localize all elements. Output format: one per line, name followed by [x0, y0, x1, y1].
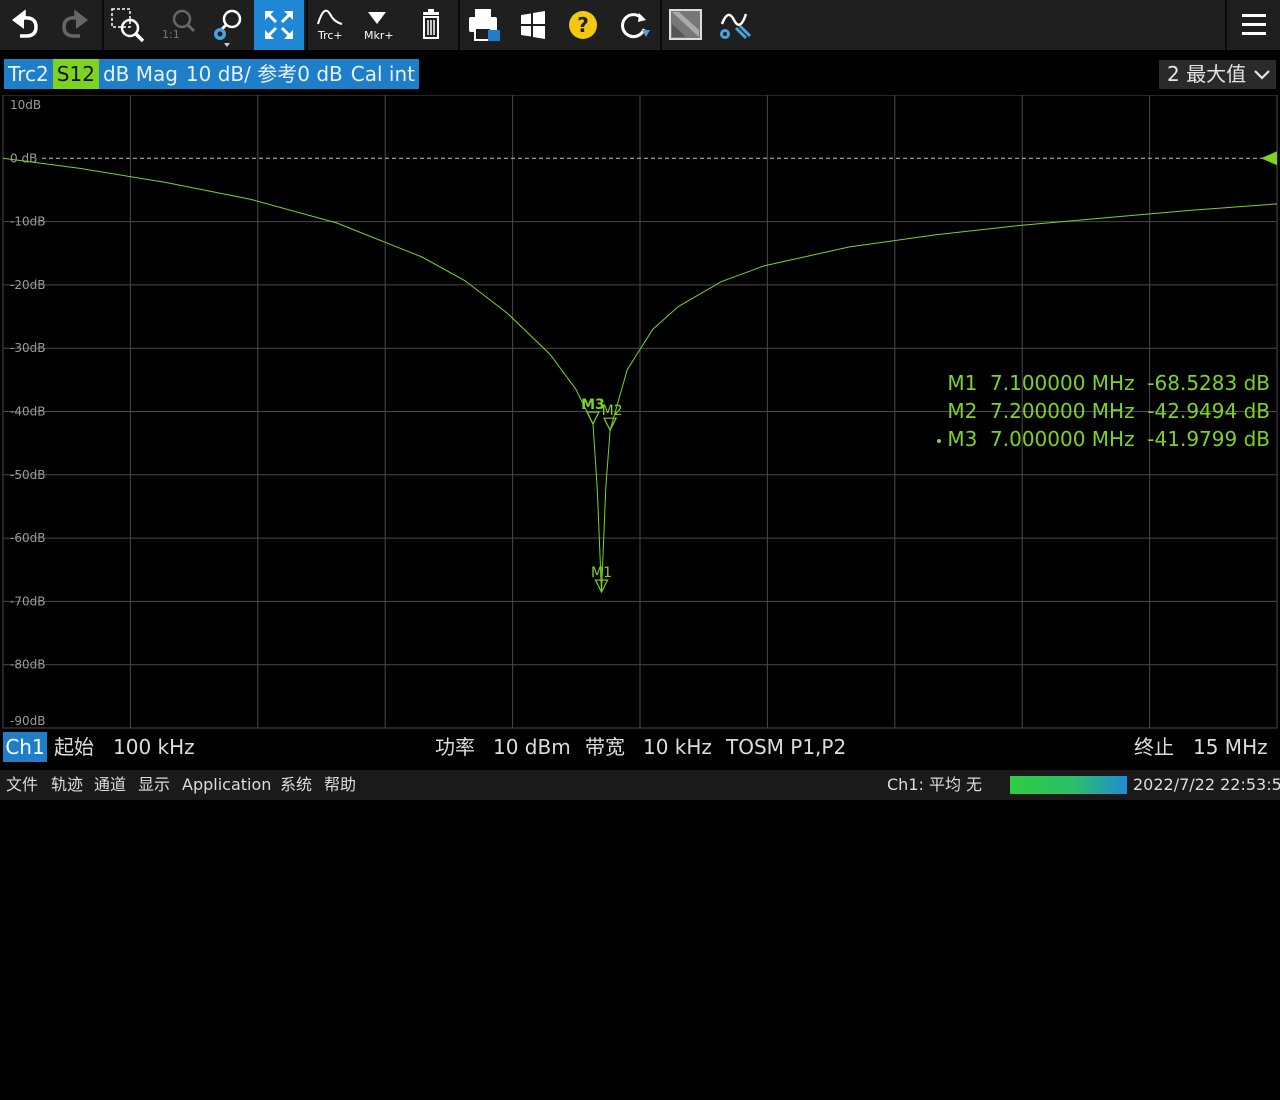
trace-add-icon: Trc+	[317, 9, 343, 42]
refresh-icon	[621, 13, 650, 39]
power-value[interactable]: 10 dBm	[493, 732, 571, 762]
hamburger-icon	[1242, 14, 1266, 35]
trace-format[interactable]: dB Mag	[99, 59, 182, 89]
stop-label: 终止	[1134, 735, 1174, 759]
undo-button[interactable]	[0, 0, 50, 50]
zoom-area-icon	[111, 8, 145, 43]
marker-m3-label: M3	[581, 397, 605, 413]
marker-m3-symbol[interactable]	[586, 411, 600, 426]
cal-wizard-button[interactable]	[710, 0, 758, 50]
trash-icon	[423, 9, 439, 39]
marker-readout-text: M2 7.200000 MHz -42.9494 dB	[947, 399, 1270, 423]
start-label: 起始	[54, 735, 94, 759]
y-tick-label: 10dB	[10, 98, 41, 112]
status-bar: 文件 轨迹 通道 显示 Application 系统 帮助 Ch1: 平均 无 …	[0, 770, 1280, 800]
date-time: 2022/7/22 22:53:57	[1133, 775, 1280, 794]
full-screen-button[interactable]	[254, 0, 304, 50]
marker-m1-label: M1	[591, 565, 612, 581]
average-status: Ch1: 平均 无	[887, 775, 983, 794]
y-tick-label: -70dB	[10, 594, 45, 608]
menu-application[interactable]: Application	[182, 770, 271, 800]
marker-m1-readout[interactable]: M1 7.100000 MHz -68.5283 dB	[937, 369, 1270, 397]
zoom-1to1-button[interactable]: 1:1	[154, 0, 204, 50]
active-marker-dot	[937, 438, 942, 443]
restart-button[interactable]	[608, 0, 658, 50]
start-frequency[interactable]: 100 kHz	[113, 732, 195, 762]
zoom-1to1-icon: 1:1	[162, 9, 196, 41]
trace-scale[interactable]: 10 dB/ 参考0 dB	[182, 59, 347, 89]
print-button[interactable]	[460, 0, 508, 50]
bandwidth-label: 带宽	[585, 735, 625, 759]
y-tick-label: -30dB	[10, 341, 45, 355]
marker-m2-readout[interactable]: M2 7.200000 MHz -42.9494 dB	[937, 397, 1270, 425]
display-button[interactable]	[662, 0, 710, 50]
windows-button[interactable]	[508, 0, 558, 50]
y-tick-label: -50dB	[10, 468, 45, 482]
menu-trace[interactable]: 轨迹	[51, 770, 83, 800]
help-glyph: ?	[577, 13, 589, 37]
marker-info-table: M1 7.100000 MHz -68.5283 dB M2 7.200000 M…	[937, 369, 1270, 453]
chevron-down-icon	[1254, 70, 1270, 80]
help-button[interactable]: ?	[558, 0, 608, 50]
display-icon	[669, 9, 702, 40]
y-tick-label: -60dB	[10, 531, 45, 545]
menu-system[interactable]: 系统	[280, 770, 312, 800]
marker-m3-readout[interactable]: M3 7.000000 MHz -41.9799 dB	[937, 425, 1270, 453]
marker-add-label: Mkr+	[364, 29, 394, 42]
s-parameter[interactable]: S12	[52, 59, 99, 89]
menu-display[interactable]: 显示	[138, 770, 170, 800]
stop-frequency[interactable]: 15 MHz	[1193, 732, 1268, 762]
zoom-config-button[interactable]	[204, 0, 254, 50]
windows-icon	[521, 11, 545, 39]
add-trace-button[interactable]: Trc+	[308, 0, 356, 50]
zoom-gear-icon	[214, 9, 242, 47]
trace-header: Trc2 S12 dB Mag 10 dB/ 参考0 dB Cal int 2 …	[0, 58, 1280, 90]
redo-icon	[62, 9, 88, 38]
marker-m2-symbol[interactable]	[603, 417, 618, 432]
power-label: 功率	[435, 735, 475, 759]
menu-channel[interactable]: 通道	[94, 770, 126, 800]
cal-status[interactable]: Cal int	[347, 59, 419, 89]
y-tick-label: -10dB	[10, 215, 45, 229]
reference-position-arrow[interactable]	[1261, 151, 1277, 166]
help-icon: ?	[569, 11, 597, 39]
channel-bar: Ch1 起始 100 kHz 功率 10 dBm 带宽 10 kHz TOSM …	[0, 732, 1280, 762]
window-select-dropdown[interactable]: 2 最大值	[1159, 60, 1276, 89]
menu-file[interactable]: 文件	[6, 770, 38, 800]
menu-help[interactable]: 帮助	[324, 770, 356, 800]
menu-button[interactable]	[1228, 0, 1280, 50]
bandwidth-value[interactable]: 10 kHz	[643, 732, 712, 762]
trace-add-label: Trc+	[317, 29, 343, 42]
channel-badge[interactable]: Ch1	[3, 732, 47, 762]
y-tick-label: -80dB	[10, 658, 45, 672]
trace-diagram[interactable]: 10dB 0 dB -10dB -20dB -30dB -40dB -50dB -60dB -7…	[0, 95, 1280, 730]
marker-readout-text: M3 7.000000 MHz -41.9799 dB	[947, 427, 1270, 451]
y-tick-label: 0 dB	[10, 151, 37, 165]
zoom-select-button[interactable]	[104, 0, 154, 50]
trace-info-bar[interactable]: Trc2 S12 dB Mag 10 dB/ 参考0 dB Cal int	[4, 59, 419, 89]
marker-add-icon: Mkr+	[364, 12, 394, 42]
cal-wizard-icon	[720, 13, 752, 40]
cal-type[interactable]: TOSM P1,P2	[726, 732, 846, 762]
window-select-label: 2 最大值	[1167, 62, 1247, 86]
y-tick-label: -90dB	[10, 714, 45, 728]
y-tick-label: -40dB	[10, 405, 45, 419]
add-marker-button[interactable]: Mkr+	[356, 0, 404, 50]
trace-name[interactable]: Trc2	[4, 59, 53, 89]
redo-button[interactable]	[50, 0, 100, 50]
y-tick-label: -20dB	[10, 278, 45, 292]
delete-button[interactable]	[406, 0, 456, 50]
marker-readout-text: M1 7.100000 MHz -68.5283 dB	[947, 371, 1270, 395]
zoom-1to1-label: 1:1	[162, 28, 180, 41]
undo-icon	[12, 9, 38, 38]
fullscreen-icon	[265, 11, 293, 39]
printer-icon	[469, 9, 500, 41]
sweep-progress-bar	[1010, 776, 1127, 794]
toolbar: 1:1 Trc+ Mkr+ ?	[0, 0, 1280, 50]
